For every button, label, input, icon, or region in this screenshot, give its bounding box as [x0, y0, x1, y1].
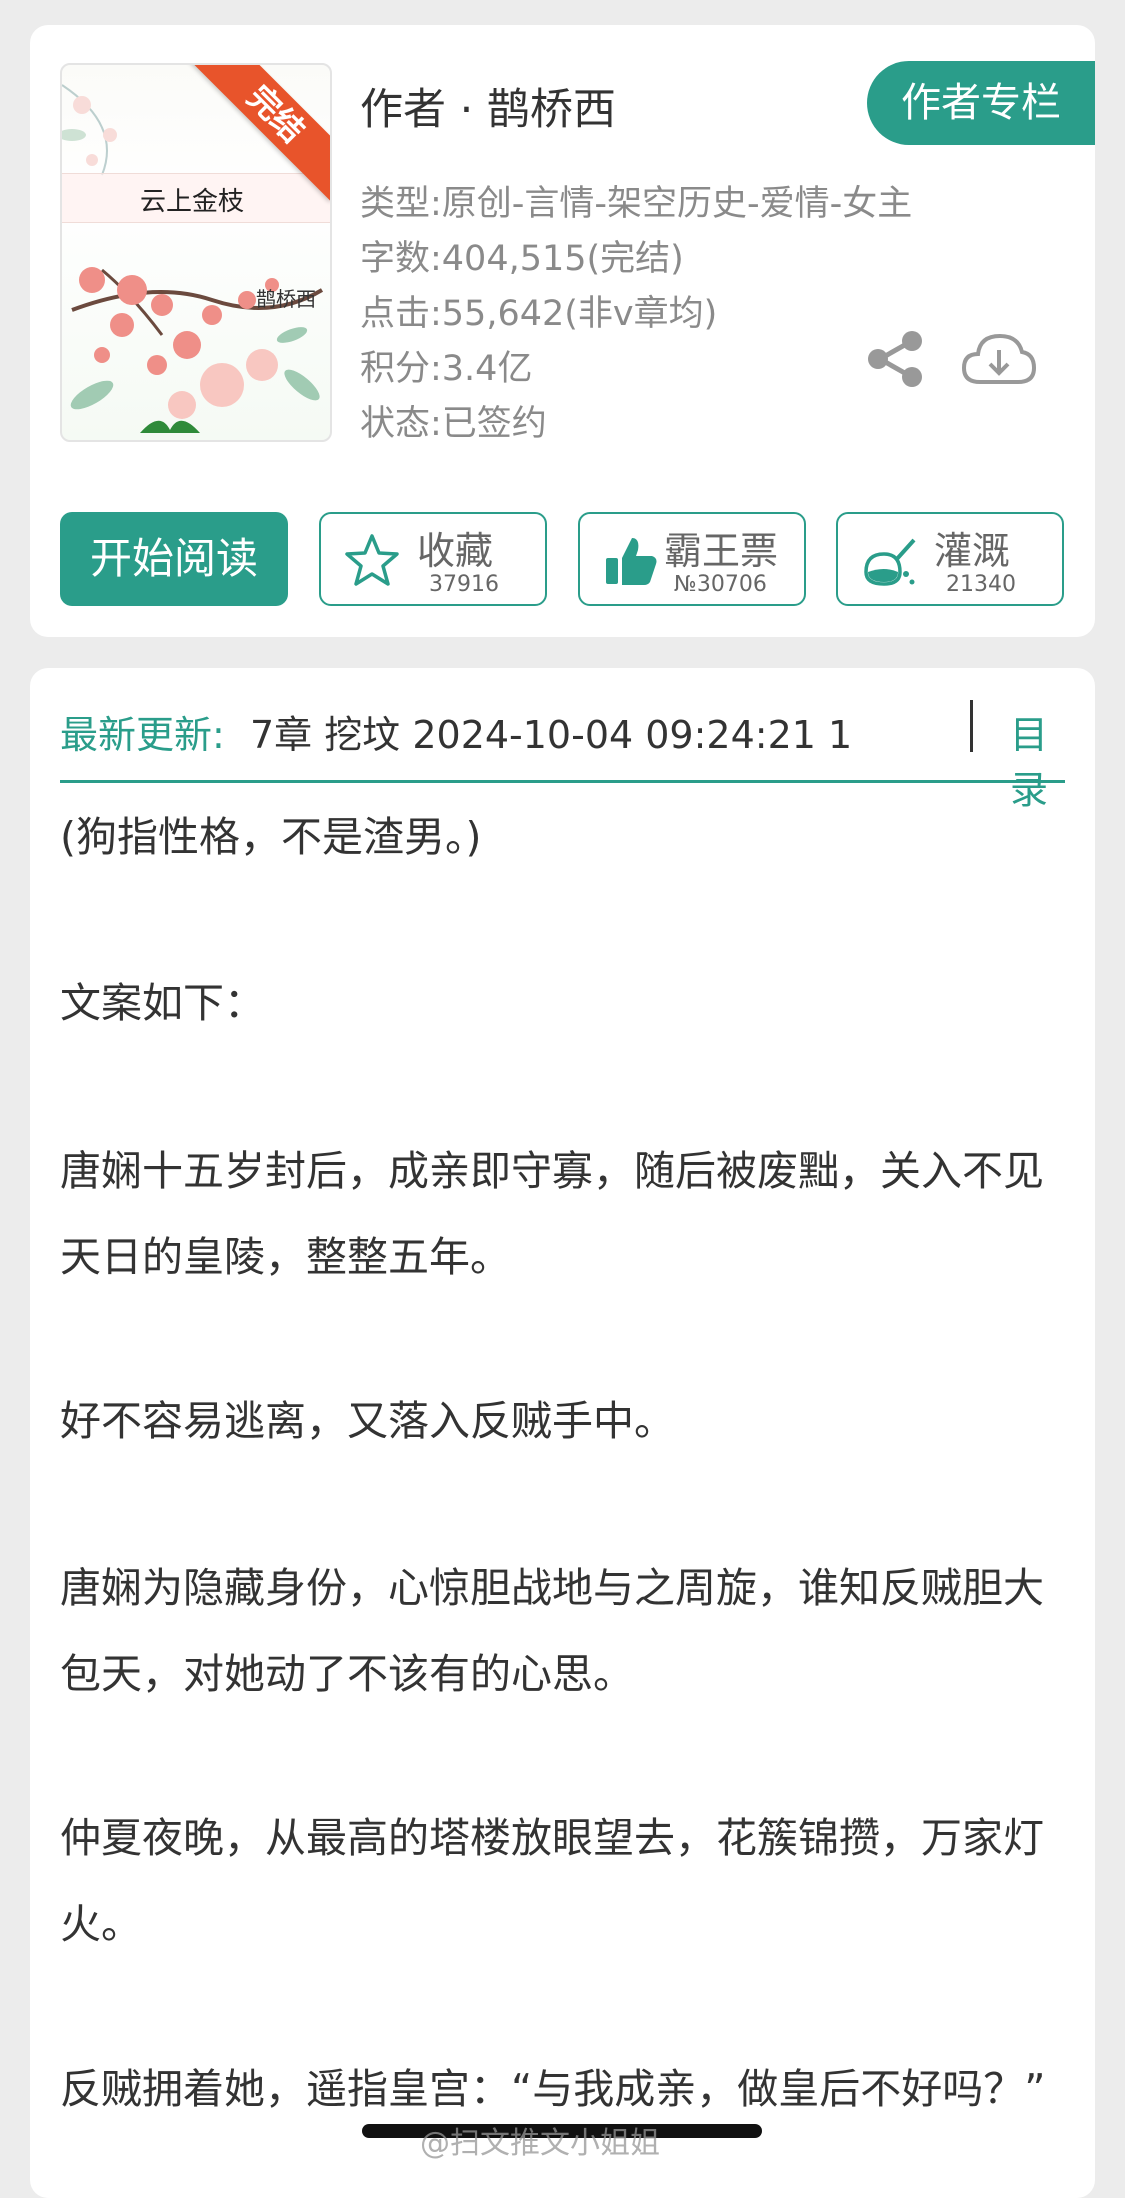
- share-icon[interactable]: [866, 330, 924, 388]
- synopsis-paragraph: 唐娴为隐藏身份，心惊胆战地与之周旋，谁知反贼胆大包天，对她动了不该有的心思。: [60, 1564, 1044, 1698]
- latest-update-row[interactable]: 最新更新: 7章 挖坟 2024-10-04 09:24:21 1 目录: [60, 698, 1065, 812]
- watermark: @扫文推文小姐姐: [420, 2126, 660, 2161]
- book-genre: 类型:原创-言情-架空历史-爱情-女主: [360, 184, 913, 224]
- update-separator: [970, 700, 973, 752]
- synopsis-paragraph: 仲夏夜晚，从最高的塔楼放眼望去，花簇锦攒，万家灯火。: [60, 1814, 1044, 1948]
- author-name[interactable]: 作者 · 鹊桥西: [360, 75, 616, 137]
- water-label: 灌溉: [934, 529, 1011, 573]
- synopsis-paragraph: 文案如下：: [60, 979, 265, 1027]
- synopsis-paragraph: 好不容易逃离，又落入反贼手中。: [60, 1397, 675, 1445]
- thumbs-up-icon: [606, 538, 657, 585]
- download-icon[interactable]: [960, 330, 1038, 388]
- water-count: 21340: [946, 572, 1016, 597]
- start-reading-button[interactable]: 开始阅读: [60, 512, 288, 606]
- overlord-ticket-button[interactable]: 霸王票 №30706: [578, 512, 806, 606]
- favorite-label: 收藏: [417, 529, 494, 573]
- overlord-ticket-label: 霸王票: [664, 529, 779, 573]
- overlord-ticket-count: №30706: [674, 572, 767, 597]
- book-word-count: 字数:404,515(完结): [360, 239, 684, 279]
- book-cover[interactable]: 云上金枝 鹊桥西 完结: [60, 63, 332, 442]
- star-icon: [345, 534, 399, 586]
- synopsis-card: 最新更新: 7章 挖坟 2024-10-04 09:24:21 1 目录 (狗指…: [30, 668, 1095, 2198]
- cover-title: 云上金枝: [140, 187, 245, 217]
- favorite-button[interactable]: 收藏 37916: [319, 512, 547, 606]
- water-button[interactable]: 灌溉 21340: [836, 512, 1064, 606]
- book-score: 积分:3.4亿: [360, 349, 533, 389]
- latest-update-label: 最新更新:: [60, 713, 225, 757]
- synopsis-paragraph: 唐娴十五岁封后，成亲即守寡，随后被废黜，关入不见天日的皇陵，整整五年。: [60, 1147, 1044, 1281]
- watering-can-icon: [864, 538, 916, 586]
- book-status: 状态:已签约: [360, 404, 547, 444]
- author-column-button[interactable]: 作者专栏: [867, 61, 1095, 145]
- book-info-card: 云上金枝 鹊桥西 完结 作者 · 鹊桥西 作者专栏 类型:原创-言情-架空历史-…: [30, 25, 1095, 637]
- cover-author: 鹊桥西: [256, 287, 316, 311]
- synopsis-paragraph: (狗指性格，不是渣男。): [60, 813, 482, 861]
- favorite-count: 37916: [429, 572, 499, 597]
- update-divider: [60, 780, 1065, 783]
- book-clicks: 点击:55,642(非v章均): [360, 294, 718, 334]
- latest-update-text[interactable]: 7章 挖坟 2024-10-04 09:24:21 1: [250, 704, 900, 759]
